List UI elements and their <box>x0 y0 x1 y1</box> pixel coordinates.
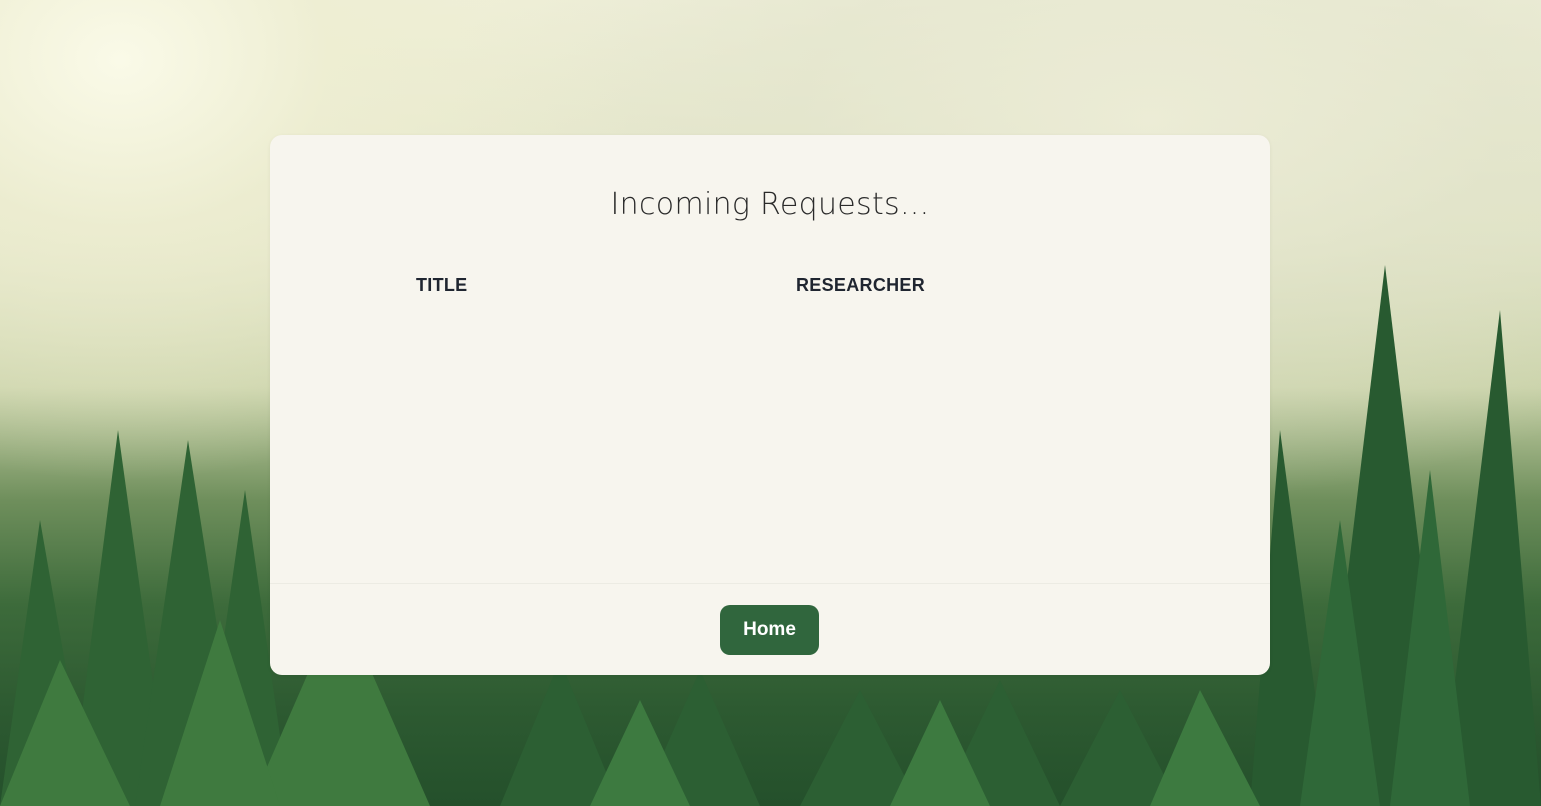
incoming-requests-card: Incoming Requests... TITLE RESEARCHER Ho… <box>270 135 1270 675</box>
page-title: Incoming Requests... <box>610 187 930 222</box>
column-header-title: TITLE <box>416 275 468 295</box>
column-header-researcher: RESEARCHER <box>796 275 926 295</box>
requests-table-header: TITLE RESEARCHER <box>416 275 1270 296</box>
home-button[interactable]: Home <box>720 605 819 655</box>
footer-divider <box>270 583 1270 584</box>
